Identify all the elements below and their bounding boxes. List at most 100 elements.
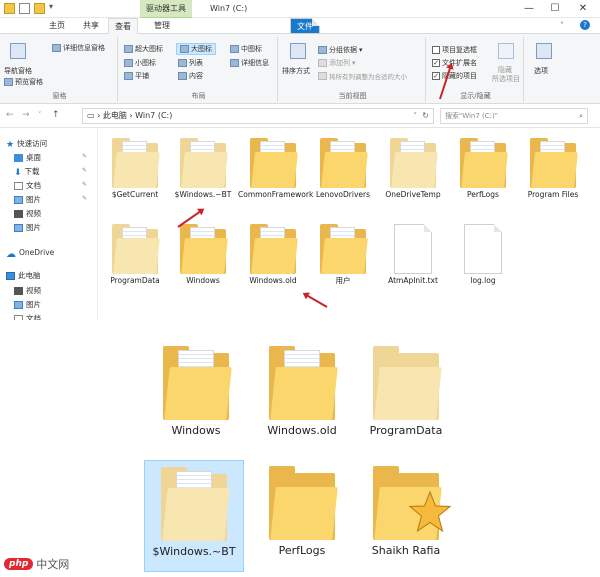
layout-medium-icons[interactable]: 中图标 xyxy=(230,44,262,54)
pin-icon[interactable]: ✎ xyxy=(82,167,87,174)
size-all-columns-button[interactable]: 将所有列调整为合适的大小 xyxy=(318,71,407,81)
folder-item[interactable]: ProgramData xyxy=(356,340,456,437)
address-dropdown-icon[interactable]: ˅ xyxy=(414,109,418,123)
navigation-pane-button[interactable]: 导航窗格 xyxy=(4,66,32,76)
nav-this-pc[interactable]: 此电脑 xyxy=(6,270,41,281)
pin-icon[interactable]: ✎ xyxy=(82,195,87,202)
breadcrumb-current[interactable]: Win7 (C:) xyxy=(135,111,172,120)
folder-icon xyxy=(390,138,438,188)
search-box[interactable]: 搜索"Win7 (C:)" ⌕ xyxy=(440,108,588,124)
folder-item[interactable]: $Windows.~BT xyxy=(144,460,244,572)
new-folder-icon[interactable] xyxy=(34,3,45,14)
xl-icons-icon xyxy=(124,45,133,53)
folder-item[interactable]: 用户 xyxy=(308,224,378,286)
details-pane-button[interactable]: 详细信息窗格 xyxy=(52,43,105,53)
group-by-button[interactable]: 分组依据 ▾ xyxy=(318,45,363,55)
nav-pictures-2[interactable]: 图片 xyxy=(14,222,41,233)
layout-details[interactable]: 详细信息 xyxy=(230,58,269,68)
address-box[interactable]: ▭ › 此电脑 › Win7 (C:) ˅ ↻ xyxy=(82,108,434,124)
folder-item[interactable]: LenovoDrivers xyxy=(308,138,378,200)
folder-item[interactable]: OneDriveTemp xyxy=(378,138,448,200)
text-file-icon xyxy=(394,224,432,274)
folder-item[interactable]: $Windows.~BT xyxy=(168,138,238,200)
star-icon xyxy=(408,490,452,533)
maximize-button[interactable]: ☐ xyxy=(544,0,566,18)
document-icon xyxy=(14,181,23,190)
navigation-pane-icon[interactable] xyxy=(10,43,26,59)
preview-pane-button[interactable]: 预览窗格 xyxy=(4,77,43,87)
folder-item[interactable]: Program Files xyxy=(518,138,588,200)
help-icon[interactable]: ? xyxy=(580,20,590,30)
hidden-items-toggle[interactable]: ✓ 隐藏的项目 xyxy=(432,71,477,81)
nav-pictures[interactable]: 图片 xyxy=(14,194,41,205)
folder-item[interactable]: ProgramData xyxy=(100,224,170,286)
item-checkboxes-toggle[interactable]: 项目复选框 xyxy=(432,45,477,55)
pictures-icon xyxy=(14,223,23,232)
folder-item[interactable]: Windows xyxy=(168,224,238,286)
nav-downloads[interactable]: ⬇ 下载 xyxy=(14,166,40,178)
qat-dropdown-icon[interactable]: ▾ xyxy=(49,2,53,11)
breadcrumb-root[interactable]: 此电脑 xyxy=(103,111,127,120)
close-button[interactable]: ✕ xyxy=(572,0,594,18)
nav-quick-access[interactable]: ★ 快速访问 xyxy=(6,138,47,150)
up-arrow-icon[interactable]: ↑ xyxy=(52,110,60,120)
layout-xl-icons[interactable]: 超大图标 xyxy=(124,44,163,54)
download-icon: ⬇ xyxy=(14,167,22,178)
checkbox-checked[interactable]: ✓ xyxy=(432,72,440,80)
large-icons-view: Windows Windows.old ProgramData $Windows.~B… xyxy=(0,320,600,577)
collapse-ribbon-icon[interactable]: ˄ xyxy=(560,21,564,30)
sort-by-icon[interactable] xyxy=(290,43,306,59)
folder-item[interactable]: CommonFramework xyxy=(238,138,314,200)
add-columns-button[interactable]: 添加列 ▾ xyxy=(318,58,356,68)
layout-large-icons[interactable]: 大图标 xyxy=(176,43,216,55)
item-label: log.log xyxy=(470,276,496,285)
layout-tiles[interactable]: 平铺 xyxy=(124,71,149,81)
nav-pc-videos[interactable]: 视频 xyxy=(14,285,41,296)
recent-locations-icon[interactable]: ˅ xyxy=(38,111,42,119)
options-icon[interactable] xyxy=(536,43,552,59)
folder-icon xyxy=(269,346,338,420)
folder-icon xyxy=(180,138,228,188)
refresh-icon[interactable]: ↻ xyxy=(422,109,429,123)
nav-documents[interactable]: 文档 xyxy=(14,180,41,191)
checkbox-unchecked[interactable] xyxy=(432,46,440,54)
ribbon-section-current-view: 排序方式 分组依据 ▾ 添加列 ▾ 将所有列调整为合适的大小 当前视图 xyxy=(280,37,426,102)
forward-arrow-icon[interactable]: → xyxy=(22,110,30,120)
folder-icon xyxy=(269,466,338,540)
folder-item[interactable]: Windows.old xyxy=(252,340,352,437)
nav-onedrive[interactable]: ☁ OneDrive xyxy=(6,248,54,260)
options-button[interactable]: 选项 xyxy=(534,66,548,76)
nav-videos[interactable]: 视频 xyxy=(14,208,41,219)
tab-manage[interactable]: 管理 xyxy=(147,18,177,34)
folder-item[interactable]: Windows xyxy=(146,340,246,437)
file-item[interactable]: AtmApInit.txt xyxy=(378,224,448,286)
file-item[interactable]: log.log xyxy=(448,224,518,286)
layout-list[interactable]: 列表 xyxy=(178,58,203,68)
item-label: PerfLogs xyxy=(467,190,499,199)
folder-item[interactable]: PerfLogs xyxy=(448,138,518,200)
nav-desktop[interactable]: 桌面 xyxy=(14,152,41,163)
item-label: CommonFramework xyxy=(238,190,314,199)
hide-selected-icon[interactable] xyxy=(498,43,514,59)
drive-tools-context-tab: 驱动器工具 xyxy=(140,0,192,18)
tab-share[interactable]: 共享 xyxy=(76,18,106,34)
pin-icon[interactable]: ✎ xyxy=(82,153,87,160)
minimize-button[interactable]: — xyxy=(518,0,540,18)
sort-by-button[interactable]: 排序方式 xyxy=(282,66,310,76)
item-label: ProgramData xyxy=(110,276,160,285)
back-arrow-icon[interactable]: ← xyxy=(6,110,14,120)
pin-icon[interactable]: ✎ xyxy=(82,181,87,188)
layout-small-icons[interactable]: 小图标 xyxy=(124,58,156,68)
nav-pc-pictures[interactable]: 图片 xyxy=(14,299,41,310)
tab-home[interactable]: 主页 xyxy=(42,18,72,34)
properties-icon[interactable] xyxy=(19,3,30,14)
layout-content[interactable]: 内容 xyxy=(178,71,203,81)
item-label: $Windows.~BT xyxy=(174,190,232,199)
tab-view[interactable]: 查看 xyxy=(108,18,138,35)
checkbox-checked[interactable]: ✓ xyxy=(432,59,440,67)
folder-item[interactable]: Windows.old xyxy=(238,224,308,286)
folder-item[interactable]: PerfLogs xyxy=(252,460,352,557)
folder-item[interactable]: $GetCurrent xyxy=(100,138,170,200)
folder-item-shaikh-rafia[interactable]: Shaikh Rafia xyxy=(356,460,456,557)
tab-file[interactable]: 文件 xyxy=(290,18,320,34)
